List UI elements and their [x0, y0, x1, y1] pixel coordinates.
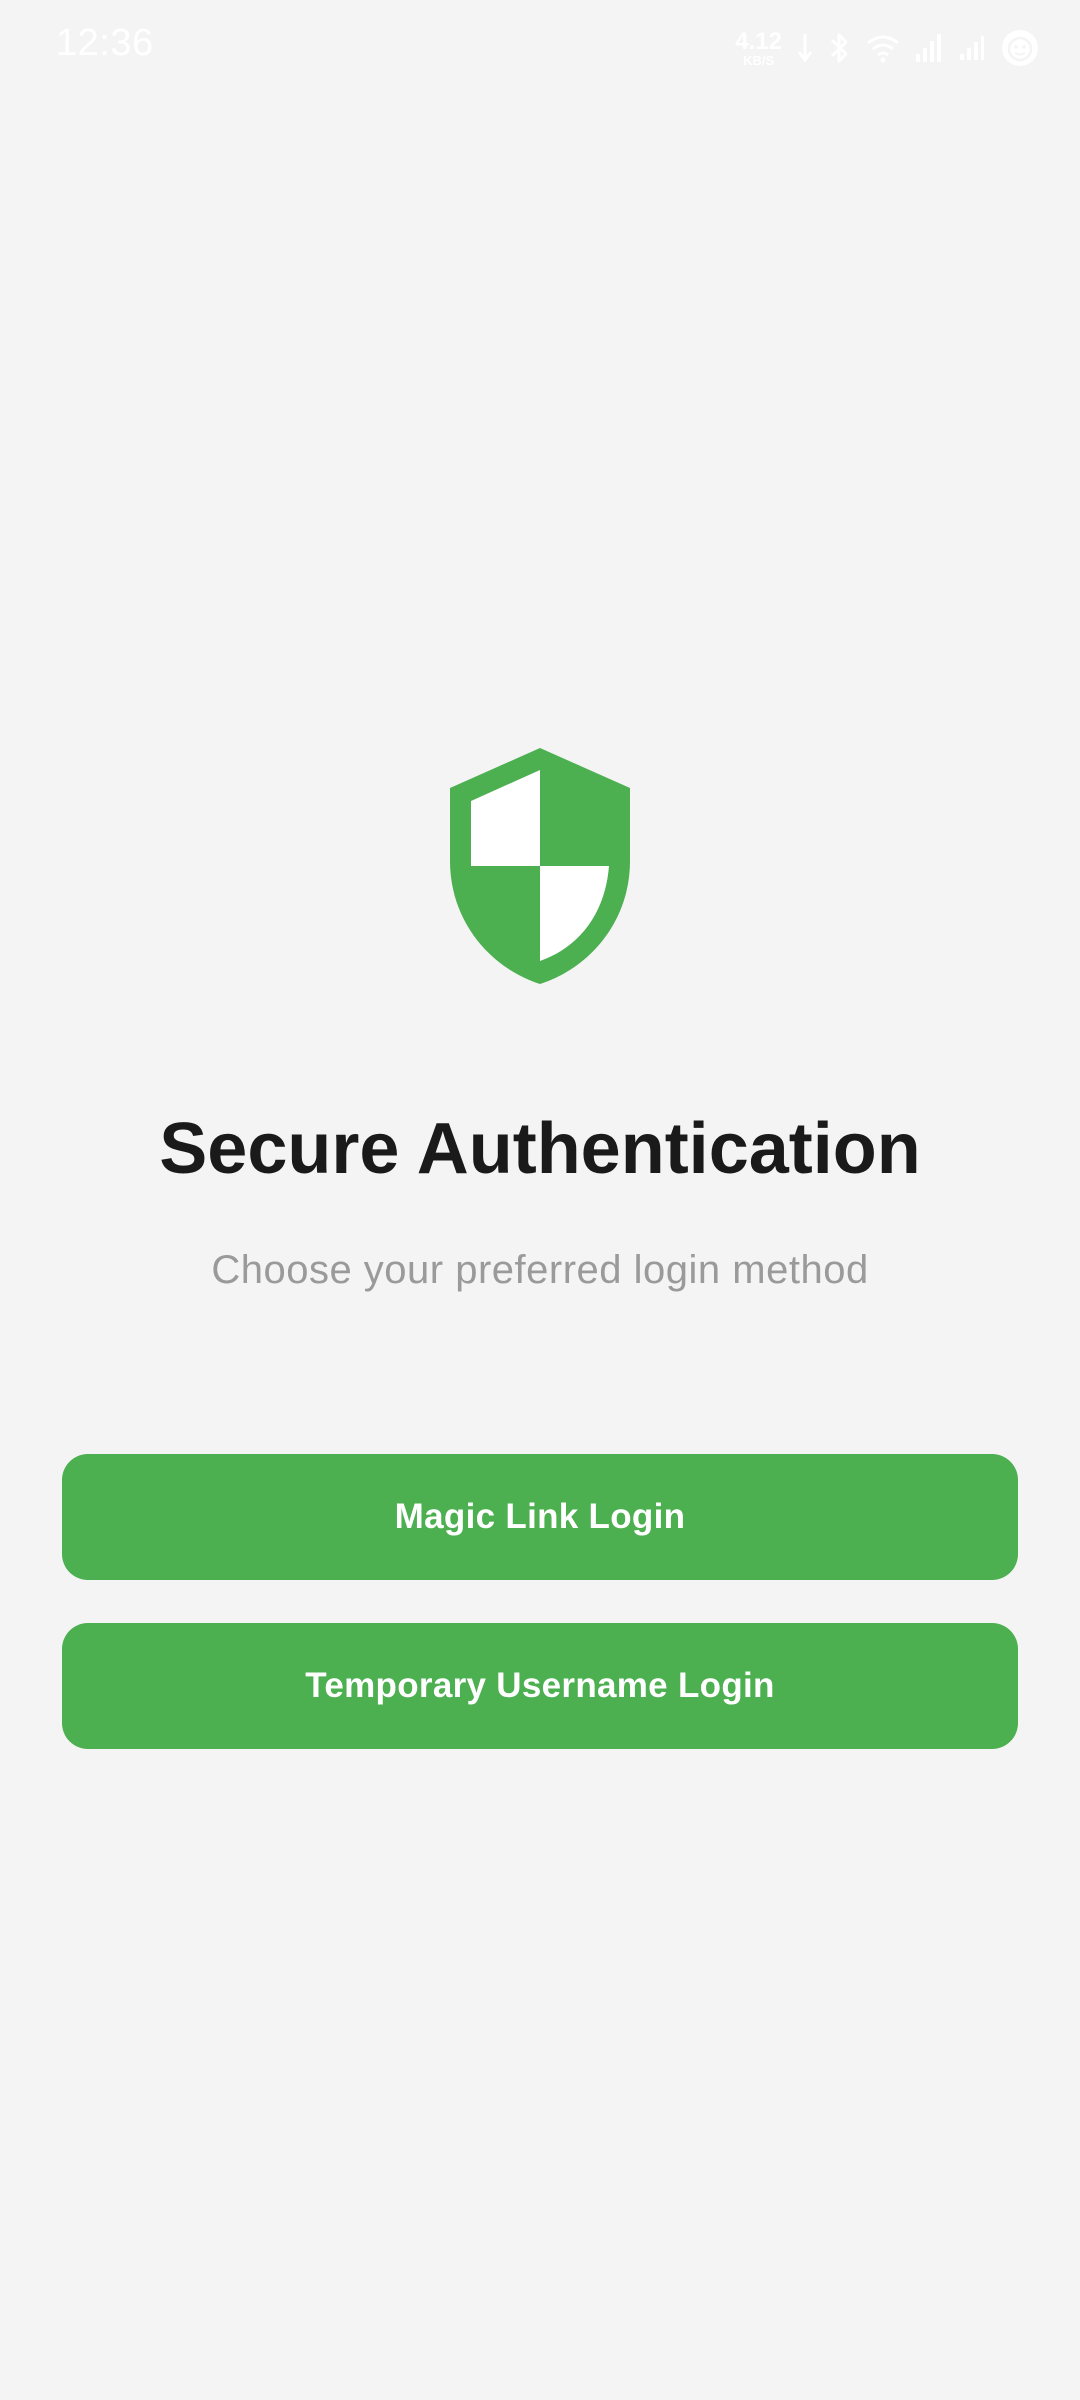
status-bar: 12:36 4.12 KB/S — [0, 0, 1080, 96]
face-icon — [1000, 28, 1040, 68]
status-time: 12:36 — [56, 22, 154, 64]
temporary-username-login-button[interactable]: Temporary Username Login — [62, 1623, 1018, 1749]
shield-icon — [440, 746, 640, 986]
page-subtitle: Choose your preferred login method — [211, 1248, 869, 1292]
page-title: Secure Authentication — [159, 1109, 921, 1189]
signal-icon — [914, 32, 944, 64]
network-speed-value: 4.12 — [735, 27, 782, 55]
temporary-username-login-label: Temporary Username Login — [305, 1666, 775, 1705]
network-speed-unit: KB/S — [743, 52, 775, 68]
wifi-icon — [866, 33, 900, 63]
signal-icon-2 — [958, 34, 986, 62]
network-speed: 4.12 KB/S — [735, 27, 782, 68]
data-arrows-icon — [796, 30, 814, 66]
status-icons: 4.12 KB/S — [735, 24, 1040, 72]
bluetooth-icon — [828, 30, 852, 66]
magic-link-login-label: Magic Link Login — [394, 1497, 686, 1536]
magic-link-login-button[interactable]: Magic Link Login — [62, 1454, 1018, 1580]
